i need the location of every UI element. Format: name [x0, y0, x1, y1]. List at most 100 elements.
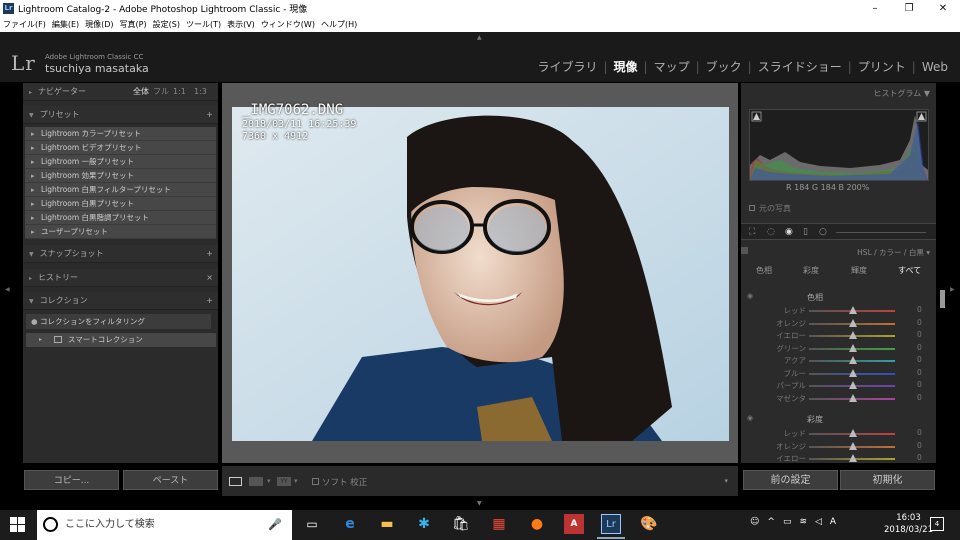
microphone-icon[interactable]: 🎤 — [268, 510, 282, 540]
lightroom-taskbar-icon[interactable]: Lr — [601, 514, 621, 534]
module-book[interactable]: ブック — [706, 58, 742, 75]
close-button[interactable]: ✕ — [926, 0, 960, 17]
module-print[interactable]: プリント — [858, 58, 906, 75]
yy-toggle-icon[interactable]: YY — [277, 477, 291, 486]
spot-removal-icon[interactable]: ◌ — [767, 227, 775, 237]
sat-target-icon[interactable]: ◉ — [747, 414, 753, 422]
notification-icon[interactable]: 4 — [930, 517, 944, 531]
zoom-1-3[interactable]: 1:3 — [194, 83, 207, 101]
minimize-button[interactable]: – — [858, 0, 892, 17]
zoom-fit[interactable]: 全体 — [133, 83, 149, 101]
photo-preview[interactable] — [232, 107, 729, 441]
volume-icon[interactable]: ◁ — [815, 517, 822, 527]
hue-slider-knob[interactable] — [849, 343, 857, 352]
hue-slider-knob[interactable] — [849, 306, 857, 314]
smart-collection-item[interactable]: ▸ スマートコレクション — [26, 333, 216, 347]
menu-file[interactable]: ファイル(F) — [0, 19, 49, 30]
radial-filter-icon[interactable]: ○ — [819, 227, 827, 237]
module-map[interactable]: マップ — [654, 58, 690, 75]
panel-switch-icon[interactable] — [741, 247, 748, 254]
right-panel-scrollbar[interactable] — [940, 290, 945, 308]
crop-tool-icon[interactable]: ⛶ — [749, 227, 755, 237]
taskbar-search[interactable]: ここに入力して検索 🎤 — [37, 510, 292, 540]
zoom-fill[interactable]: フル — [153, 83, 169, 101]
collapse-right-icon[interactable]: ▶ — [950, 286, 955, 293]
collapse-left-icon[interactable]: ◀ — [5, 286, 10, 293]
paint-icon[interactable]: 🎨 — [639, 514, 659, 534]
wifi-icon[interactable]: ≋ — [799, 517, 807, 527]
hue-slider-knob[interactable] — [849, 318, 857, 327]
hue-slider-row[interactable]: パープル 0 — [741, 380, 936, 392]
module-slideshow[interactable]: スライドショー — [758, 58, 842, 75]
collection-filter-input[interactable]: ● コレクションをフィルタリング — [26, 314, 211, 329]
tray-chevron-icon[interactable]: ^ — [767, 517, 775, 527]
soft-proof-checkbox[interactable] — [312, 478, 319, 485]
original-photo-toggle[interactable]: 元の写真 — [749, 203, 791, 214]
hue-slider-knob[interactable] — [849, 331, 857, 339]
red-eye-icon[interactable]: ◉ — [785, 227, 793, 237]
clock[interactable]: 16:03 2018/03/21 — [884, 512, 933, 536]
preset-video[interactable]: Lightroom ビデオプリセット — [25, 141, 216, 155]
tab-saturation[interactable]: 彩度 — [803, 265, 819, 276]
access-icon[interactable]: A — [564, 514, 584, 534]
preset-bw-filter[interactable]: Lightroom 白黒フィルタープリセット — [25, 183, 216, 197]
menu-photo[interactable]: 写真(P) — [117, 19, 150, 30]
add-snapshot-icon[interactable]: + — [206, 245, 213, 263]
file-explorer-icon[interactable]: ▬ — [377, 514, 397, 534]
hue-slider-row[interactable]: グリーン 0 — [741, 343, 936, 355]
hsl-header[interactable]: HSL / カラー / 白黒 ▾ — [741, 245, 936, 259]
tab-all[interactable]: すべて — [898, 265, 921, 276]
maximize-button[interactable]: ❐ — [892, 0, 926, 17]
collections-header[interactable]: ▼ コレクション + — [23, 292, 218, 310]
network-icon[interactable]: ▭ — [783, 517, 792, 527]
gift-icon[interactable]: ▦ — [489, 514, 509, 534]
hue-slider-row[interactable]: オレンジ 0 — [741, 318, 936, 330]
tab-luminance[interactable]: 輝度 — [851, 265, 867, 276]
menu-window[interactable]: ウィンドウ(W) — [258, 19, 318, 30]
menu-settings[interactable]: 設定(S) — [150, 19, 183, 30]
sat-slider-knob[interactable] — [849, 441, 857, 450]
hue-slider-knob[interactable] — [849, 356, 857, 364]
sat-slider-knob[interactable] — [849, 454, 857, 462]
collapse-top-icon[interactable]: ▲ — [477, 34, 482, 41]
presets-header[interactable]: ▼ プリセット + — [23, 106, 218, 124]
hue-slider-row[interactable]: レッド 0 — [741, 305, 936, 317]
copy-button[interactable]: コピー... — [24, 470, 119, 490]
clear-history-icon[interactable]: × — [206, 269, 213, 287]
sat-slider-row[interactable]: イエロー 0 — [741, 453, 936, 465]
hue-slider-knob[interactable] — [849, 381, 857, 389]
store-icon[interactable]: 🛍 — [451, 514, 471, 534]
brush-slider[interactable] — [836, 232, 926, 233]
menu-view[interactable]: 表示(V) — [224, 19, 258, 30]
menu-develop[interactable]: 現像(D) — [82, 19, 116, 30]
before-after-icon[interactable] — [249, 477, 263, 486]
previous-settings-button[interactable]: 前の設定 — [743, 470, 838, 490]
app-icon-blue[interactable]: ✱ — [414, 514, 434, 534]
hue-slider-knob[interactable] — [849, 393, 857, 402]
preset-user[interactable]: ユーザープリセット — [25, 225, 216, 239]
menu-edit[interactable]: 編集(E) — [49, 19, 82, 30]
preset-color[interactable]: Lightroom カラープリセット — [25, 127, 216, 141]
menu-tools[interactable]: ツール(T) — [183, 19, 224, 30]
collapse-bottom-icon[interactable]: ▼ — [477, 500, 482, 507]
navigator-header[interactable]: ▸ ナビゲーター 全体 フル 1:1 1:3 — [23, 83, 218, 101]
menu-help[interactable]: ヘルプ(H) — [318, 19, 360, 30]
yy-dropdown-icon[interactable]: ▾ — [294, 477, 298, 485]
hue-slider-row[interactable]: マゼンタ 0 — [741, 393, 936, 405]
module-develop[interactable]: 現像 — [614, 58, 638, 75]
preset-bw-tone[interactable]: Lightroom 白黒階調プリセット — [25, 211, 216, 225]
hue-slider-row[interactable]: イエロー 0 — [741, 330, 936, 342]
paste-button[interactable]: ペースト — [123, 470, 218, 490]
hue-slider-row[interactable]: アクア 0 — [741, 355, 936, 367]
module-library[interactable]: ライブラリ — [537, 58, 597, 75]
before-after-dropdown-icon[interactable]: ▾ — [267, 477, 271, 485]
tab-hue[interactable]: 色相 — [756, 265, 772, 276]
hue-target-icon[interactable]: ◉ — [747, 292, 753, 300]
zoom-1-1[interactable]: 1:1 — [173, 83, 186, 101]
preset-effects[interactable]: Lightroom 効果プリセット — [25, 169, 216, 183]
module-web[interactable]: Web — [922, 60, 948, 74]
sat-slider-row[interactable]: レッド 0 — [741, 428, 936, 440]
windows-start-icon[interactable] — [10, 517, 26, 533]
hue-slider-row[interactable]: ブルー 0 — [741, 368, 936, 380]
ime-icon[interactable]: A — [830, 517, 836, 527]
